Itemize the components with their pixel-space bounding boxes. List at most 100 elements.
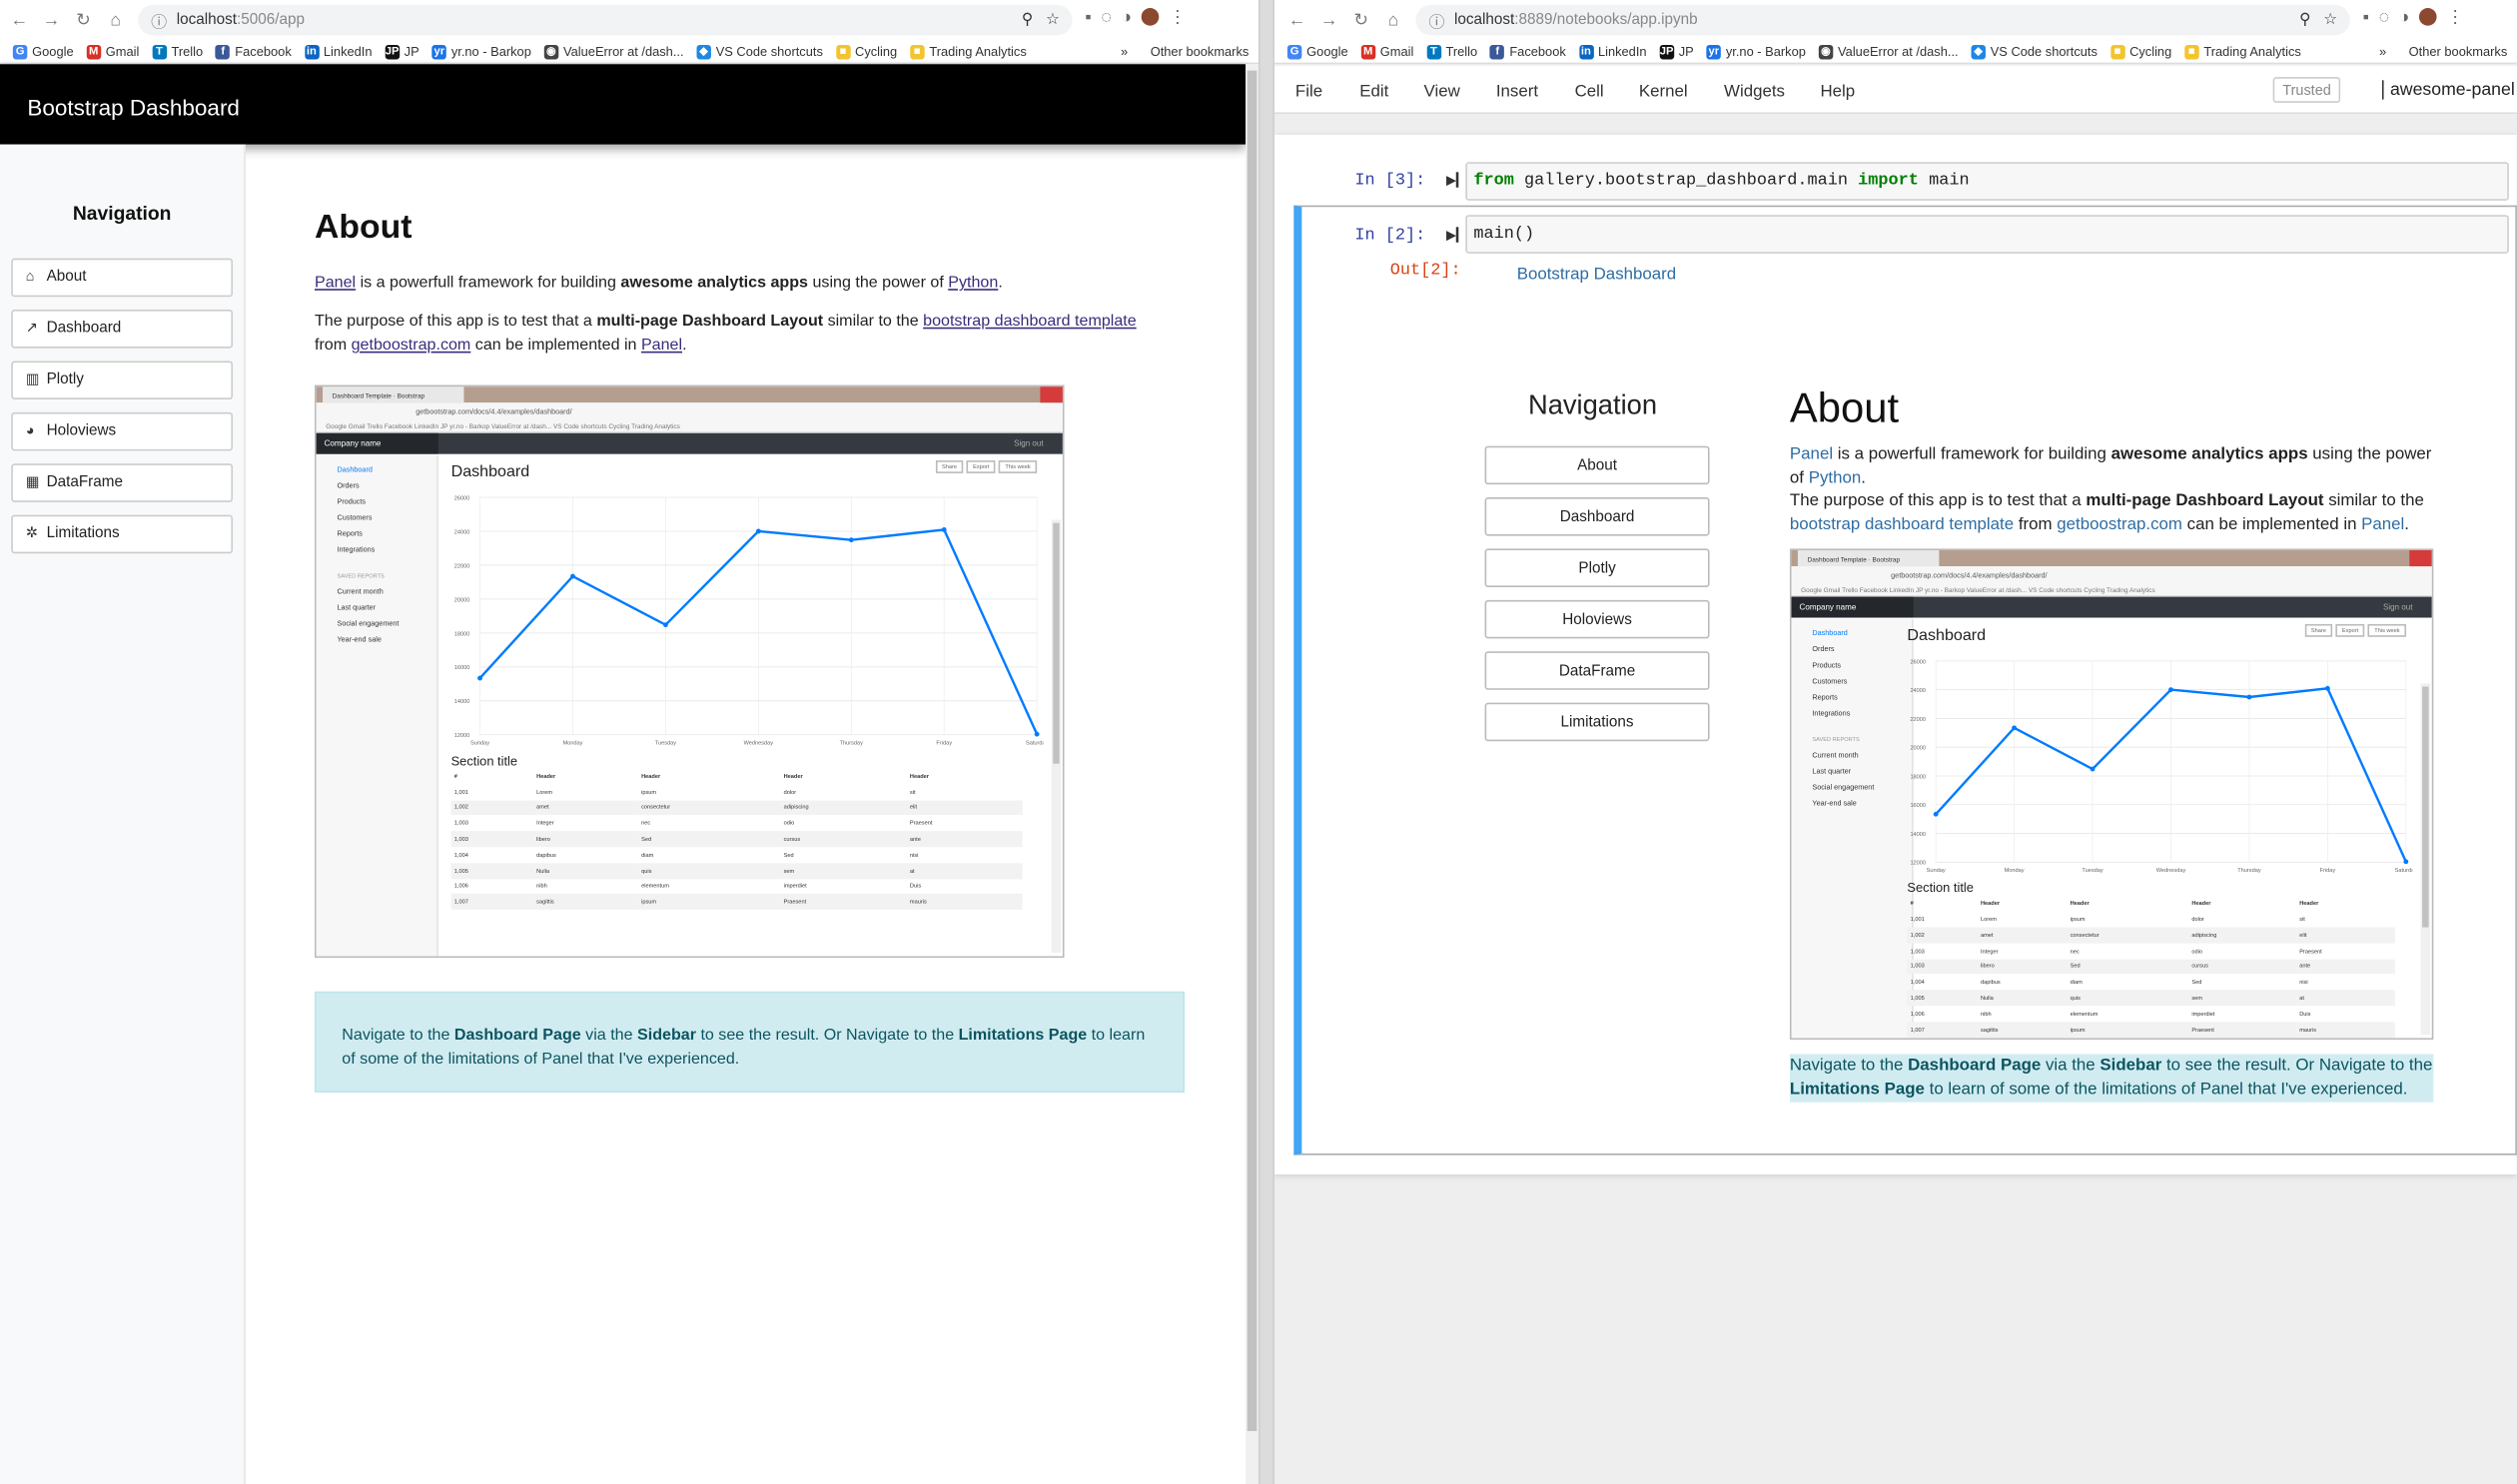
nav-button-plotly[interactable]: Plotly — [1484, 548, 1710, 587]
address-bar[interactable]: ⓘ localhost:8889/notebooks/app.ipynb ⚲ ☆ — [1415, 4, 2350, 36]
kernel-name[interactable]: awesome-panel — [2381, 80, 2515, 100]
bookmarks-overflow-icon[interactable]: » — [1121, 45, 1128, 59]
bookmark-item[interactable]: M Gmail — [86, 44, 139, 59]
page-scrollbar[interactable] — [1246, 64, 1258, 1484]
menu-help[interactable]: Help — [1820, 82, 1855, 101]
bootstrap-template-link[interactable]: bootstrap dashboard template — [923, 313, 1137, 331]
python-link[interactable]: Python — [948, 275, 998, 293]
nav-button-holoviews[interactable]: ◕ Holoviews — [11, 411, 234, 451]
panel-link[interactable]: Panel — [2361, 514, 2404, 533]
zoom-icon[interactable]: ⚲ — [1022, 11, 1033, 29]
bookmark-item[interactable]: yr yr.no - Barkop — [1706, 44, 1806, 59]
nav-button-limitations[interactable]: ✲ Limitations — [11, 514, 234, 554]
bookmark-item[interactable]: in LinkedIn — [1578, 44, 1647, 59]
text: Navigate to the — [342, 1027, 454, 1045]
run-icon[interactable]: ▶▎ — [1446, 228, 1466, 242]
bookmark-item[interactable]: ■ Trading Analytics — [2184, 44, 2301, 59]
bookmark-item[interactable]: f Facebook — [1490, 44, 1566, 59]
getbootstrap-link[interactable]: getboostrap.com — [2057, 514, 2182, 533]
nav-button-holoviews[interactable]: Holoviews — [1484, 599, 1710, 639]
menu-kernel[interactable]: Kernel — [1639, 82, 1688, 101]
bookmark-item[interactable]: JP JP — [385, 44, 420, 59]
forward-icon[interactable]: → — [1313, 10, 1345, 29]
panel-link[interactable]: Panel — [315, 275, 356, 293]
extension-icon[interactable]: ◑ — [1121, 7, 1132, 26]
profile-avatar[interactable] — [2419, 8, 2437, 26]
nav-button-dashboard[interactable]: Dashboard — [1484, 497, 1710, 536]
code-cell-import[interactable]: from gallery.bootstrap_dashboard.main im… — [1465, 162, 2509, 201]
bookmark-item[interactable]: G Google — [12, 44, 74, 59]
bookmark-item[interactable]: JP JP — [1659, 44, 1694, 59]
menu-widgets[interactable]: Widgets — [1724, 82, 1785, 101]
bookmark-item[interactable]: T Trello — [1426, 44, 1477, 59]
menu-view[interactable]: View — [1423, 82, 1459, 101]
info-callout: Navigate to the Dashboard Page via the S… — [314, 991, 1186, 1094]
screenshot-scrollbar — [2420, 683, 2431, 1036]
extension-icon[interactable]: ▪ — [2363, 7, 2369, 26]
menu-cell[interactable]: Cell — [1575, 82, 1604, 101]
panel-link[interactable]: Panel — [1790, 444, 1833, 463]
bookmark-item[interactable]: ■ Cycling — [835, 44, 897, 59]
reload-icon[interactable]: ↻ — [67, 10, 99, 30]
nav-button-dataframe[interactable]: DataFrame — [1484, 651, 1710, 690]
bookmark-item[interactable]: ■ Cycling — [2109, 44, 2171, 59]
bookmark-item[interactable]: in LinkedIn — [304, 44, 373, 59]
menu-file[interactable]: File — [1295, 82, 1322, 101]
star-icon[interactable]: ☆ — [2323, 11, 2337, 29]
bookmark-item[interactable]: ■ Trading Analytics — [910, 44, 1027, 59]
text: Navigate to the — [1789, 1056, 1909, 1076]
chart-xtick-label: Monday — [2005, 868, 2025, 874]
other-bookmarks[interactable]: » Other bookmarks — [1121, 40, 1249, 62]
forward-icon[interactable]: → — [35, 10, 67, 29]
back-icon[interactable]: ← — [3, 10, 35, 29]
menu-edit[interactable]: Edit — [1359, 82, 1388, 101]
bookmark-item[interactable]: M Gmail — [1360, 44, 1413, 59]
bookmark-item[interactable]: ◉ ValueError at /dash... — [543, 44, 684, 59]
other-bookmarks-label: Other bookmarks — [2408, 44, 2508, 60]
nav-button-about[interactable]: ⌂ About — [11, 258, 234, 298]
back-icon[interactable]: ← — [1280, 10, 1312, 29]
star-icon[interactable]: ☆ — [1046, 11, 1060, 29]
trusted-indicator[interactable]: Trusted — [2272, 77, 2341, 103]
nav-button-about[interactable]: About — [1484, 445, 1710, 485]
table-row: 1,007 sagittis ipsum Praesent mauris — [450, 894, 1023, 911]
nav-button-dashboard[interactable]: ↗ Dashboard — [11, 310, 234, 349]
nav-button-plotly[interactable]: ▥ Plotly — [11, 361, 234, 400]
home-icon[interactable]: ⌂ — [1377, 10, 1409, 29]
nav-button-limitations[interactable]: Limitations — [1484, 702, 1710, 742]
scrollbar-thumb[interactable] — [1247, 70, 1258, 1431]
bootstrap-template-link[interactable]: bootstrap dashboard template — [1790, 514, 2014, 533]
bookmarks-overflow-icon[interactable]: » — [2379, 45, 2386, 59]
menu-kebab-icon[interactable]: ⋮ — [1169, 6, 1187, 27]
bookmark-item[interactable]: ◆ VS Code shortcuts — [696, 44, 823, 59]
bookmark-item[interactable]: yr yr.no - Barkop — [431, 44, 531, 59]
screenshot-close-icon — [1040, 386, 1063, 403]
main-content: About Panel is a powerfull framework for… — [314, 209, 1185, 959]
zoom-icon[interactable]: ⚲ — [2299, 11, 2310, 29]
nav-button-dataframe[interactable]: ▦ DataFrame — [11, 463, 234, 502]
reload-icon[interactable]: ↻ — [1345, 10, 1377, 30]
extension-icon[interactable]: ▪ — [1085, 7, 1091, 26]
bookmark-item[interactable]: T Trello — [152, 44, 203, 59]
bookmark-item[interactable]: ◉ ValueError at /dash... — [1818, 44, 1959, 59]
home-icon[interactable]: ⌂ — [100, 10, 132, 29]
profile-avatar[interactable] — [1141, 8, 1160, 26]
bookmark-item[interactable]: ◆ VS Code shortcuts — [1971, 44, 2098, 59]
table-cell: Duis — [2299, 1010, 2311, 1018]
menu-kebab-icon[interactable]: ⋮ — [2446, 6, 2464, 27]
menu-insert[interactable]: Insert — [1496, 82, 1538, 101]
extension-icon[interactable]: ◌ — [2379, 7, 2390, 26]
other-bookmarks[interactable]: » Other bookmarks — [2379, 40, 2508, 62]
bookmark-item[interactable]: G Google — [1286, 44, 1348, 59]
python-link[interactable]: Python — [1809, 467, 1862, 486]
getbootstrap-link[interactable]: getboostrap.com — [352, 337, 471, 355]
bookmark-item[interactable]: f Facebook — [216, 44, 292, 59]
window-splitter[interactable] — [1258, 0, 1275, 1484]
panel-link[interactable]: Panel — [641, 337, 682, 355]
code-cell-main[interactable]: main() — [1465, 215, 2509, 254]
extension-icon[interactable]: ◌ — [1101, 7, 1112, 26]
selected-cell[interactable]: In [2]: ▶▎ main() Out[2]: Bootstrap Dash… — [1293, 205, 2517, 1155]
run-icon[interactable]: ▶▎ — [1446, 174, 1466, 188]
address-bar[interactable]: ⓘ localhost:5006/app ⚲ ☆ — [138, 4, 1073, 36]
extension-icon[interactable]: ◑ — [2399, 7, 2410, 26]
